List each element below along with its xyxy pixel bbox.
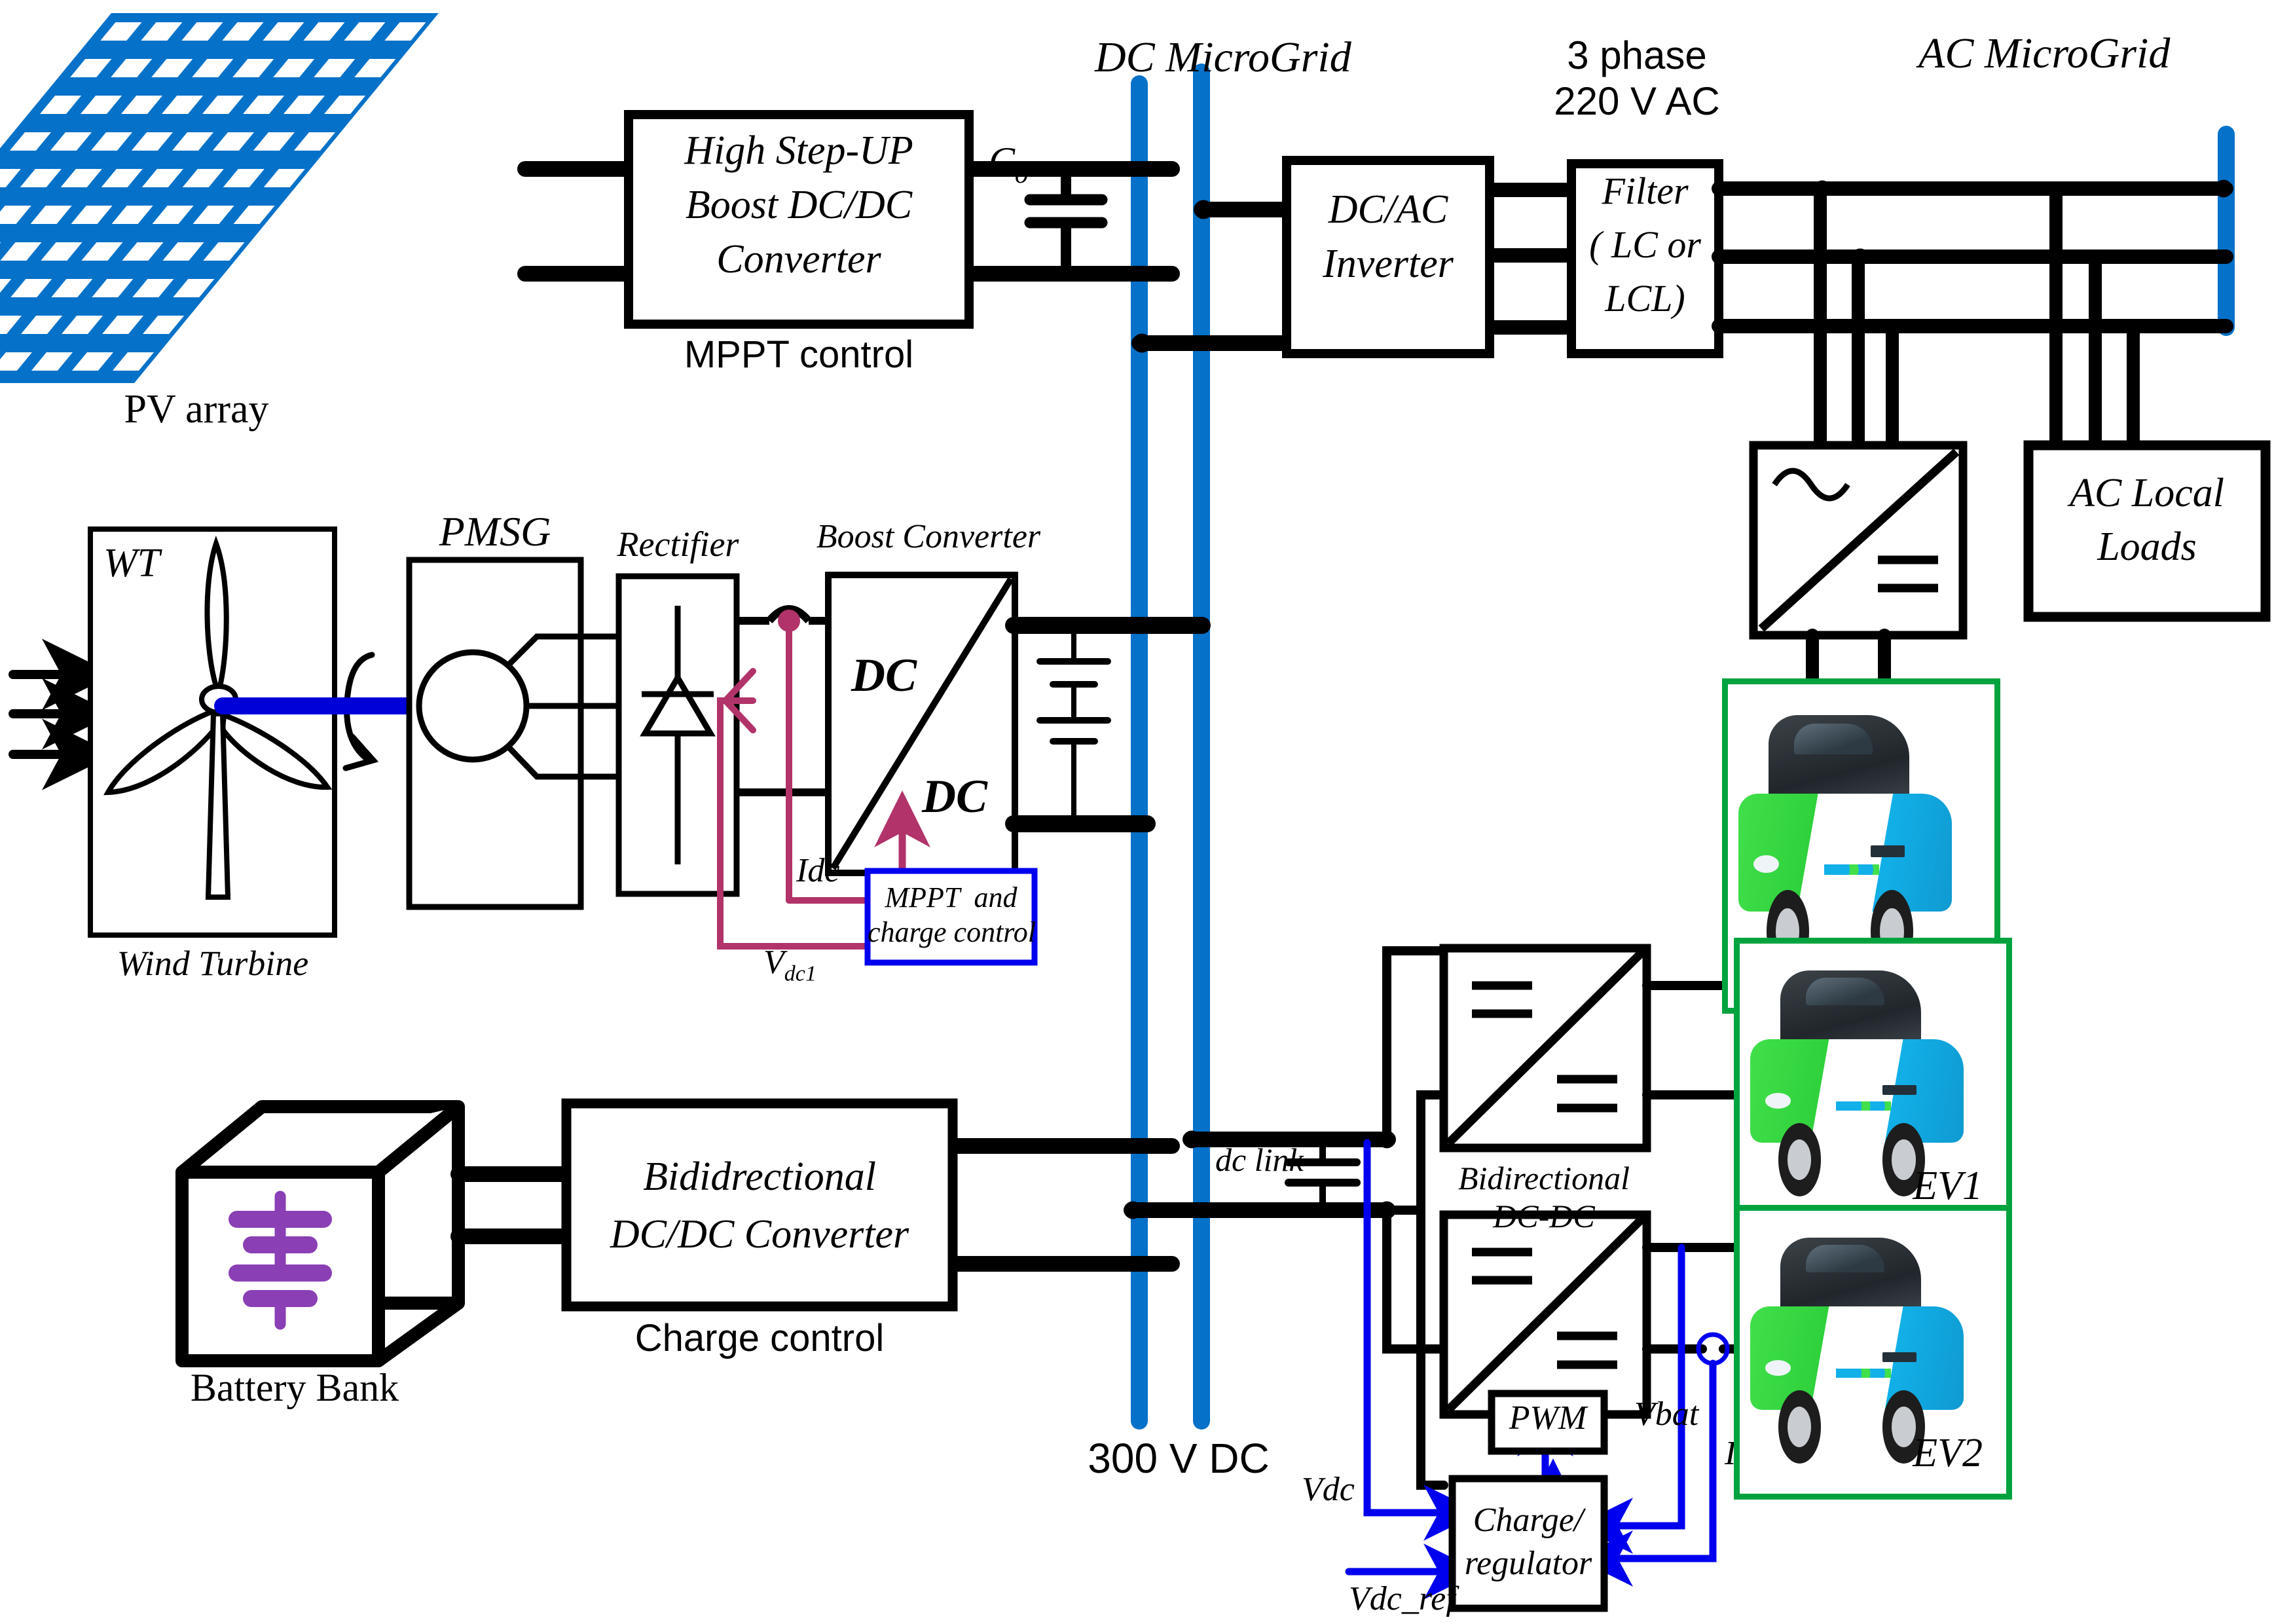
wind-mppt-control-line1: MPPT and: [885, 881, 1018, 913]
pv-converter-label-line1: High Step-UP: [684, 128, 913, 173]
charge-regulator-line2: regulator: [1464, 1545, 1592, 1582]
pv-converter-label-line3: Converter: [716, 237, 881, 282]
ac-local-loads-label-line1: AC Local: [2070, 471, 2224, 515]
dc-microgrid-label: DC MicroGrid: [1095, 33, 1351, 81]
battery-converter-caption: Charge control: [634, 1317, 885, 1359]
output-capacitor-label: Co: [989, 139, 1029, 189]
car-front-wheel: [1778, 1123, 1821, 1196]
car-body: [1750, 1039, 1964, 1143]
car-front-wheel: [1778, 1390, 1821, 1464]
signal-vdc-label: Vdc: [1302, 1471, 1355, 1508]
bidirectional-dcdc-ev2: [1439, 1210, 1754, 1419]
charge-regulator-line1: Charge/: [1473, 1502, 1584, 1539]
ac-local-loads-label-line2: Loads: [2097, 525, 2197, 569]
battery-bank-label: Battery Bank: [190, 1366, 399, 1409]
boost-output-wires: [1005, 617, 1211, 832]
charge-regulator-box: [1448, 1475, 1608, 1612]
signal-vbat-label: Vbat: [1634, 1395, 1699, 1433]
dc-link-label: dc link: [1215, 1141, 1304, 1178]
filter-label-line1: Filter: [1602, 170, 1689, 212]
bidirectional-dcdc-line1: Bidirectional: [1458, 1160, 1630, 1196]
car-body: [1750, 1306, 1964, 1410]
battery-converter-line2: DC/DC Converter: [610, 1212, 909, 1257]
ac-bus-wires: [1712, 179, 2233, 452]
boost-bottom-text: DC: [922, 770, 988, 822]
car-glass: [1793, 723, 1873, 754]
ac-microgrid-label: AC MicroGrid: [1918, 29, 2171, 77]
ev1-label: EV1: [1913, 1164, 1983, 1208]
ev2-label: EV2: [1913, 1431, 1983, 1475]
filter-label-line2: ( LC or: [1589, 223, 1701, 266]
car-logo: [1882, 1084, 1917, 1096]
wind-mppt-control-line2: charge control: [868, 916, 1036, 948]
car-logo: [1882, 1352, 1917, 1363]
inverter-label-line2: Inverter: [1323, 242, 1454, 286]
dc-voltage-label: 300 V DC: [1088, 1435, 1270, 1482]
filter-label-line3: LCL): [1605, 277, 1685, 320]
wind-turbine-caption: Wind Turbine: [117, 944, 309, 983]
car-headlight: [1765, 1093, 1791, 1109]
car-logo: [1871, 845, 1905, 858]
boost-top-text: DC: [851, 649, 917, 701]
ac-voltage-label-line2: 220 V AC: [1554, 79, 1720, 123]
car-decal-dots: [1835, 1101, 1892, 1111]
boost-converter-label: Boost Converter: [816, 518, 1041, 555]
car-body: [1738, 794, 1952, 912]
pv-array-graphic: [0, 13, 439, 383]
pwm-label: PWM: [1509, 1399, 1587, 1437]
wind-arrows: [9, 638, 115, 790]
ev2-photo-frame: EV2: [1734, 1205, 2012, 1500]
car-wheel-hub: [1787, 1139, 1812, 1181]
signal-vdc1-label: Vdc1: [763, 944, 816, 986]
pmsg-label: PMSG: [439, 508, 551, 555]
pmsg-box: [406, 557, 584, 910]
battery-converter-box: [561, 1098, 958, 1312]
bidirectional-dcdc-line2: DC-DC: [1493, 1198, 1595, 1234]
dc-link-wires: [1124, 946, 1448, 1490]
car-headlight: [1765, 1360, 1791, 1376]
pv-converter-label-line2: Boost DC/DC: [685, 183, 913, 227]
diagram-canvas: PV array High Step-UP Boost DC/DC Conver…: [0, 0, 2274, 1624]
pv-converter-caption: MPPT control: [684, 333, 914, 376]
ac-voltage-label-line1: 3 phase: [1567, 33, 1707, 77]
signal-vdc-ref-label: Vdc_ref: [1349, 1580, 1456, 1617]
car-wheel-hub: [1787, 1406, 1812, 1448]
car-decal-dots: [1824, 864, 1880, 876]
car-glass: [1805, 978, 1884, 1005]
bidirectional-dcdc-ev1: [1439, 944, 1754, 1153]
car-headlight: [1753, 855, 1780, 873]
battery-converter-line1: Bididrectional: [643, 1154, 876, 1199]
rectifier-label: Rectifier: [617, 525, 739, 564]
wind-turbine-tag: WT: [103, 541, 160, 585]
ev1-car-image: [1750, 967, 1964, 1196]
ev2-car-image: [1750, 1234, 1964, 1464]
car-decal-dots: [1835, 1368, 1892, 1378]
battery-bank-graphic: [175, 1100, 465, 1367]
signal-idc-label: Idc: [796, 852, 840, 889]
ev3-car-image: [1738, 710, 1952, 974]
car-glass: [1805, 1245, 1884, 1272]
inverter-label-line1: DC/AC: [1328, 187, 1448, 232]
pv-array-label: PV array: [124, 387, 269, 432]
ev1-photo-frame: EV1: [1734, 938, 2012, 1232]
